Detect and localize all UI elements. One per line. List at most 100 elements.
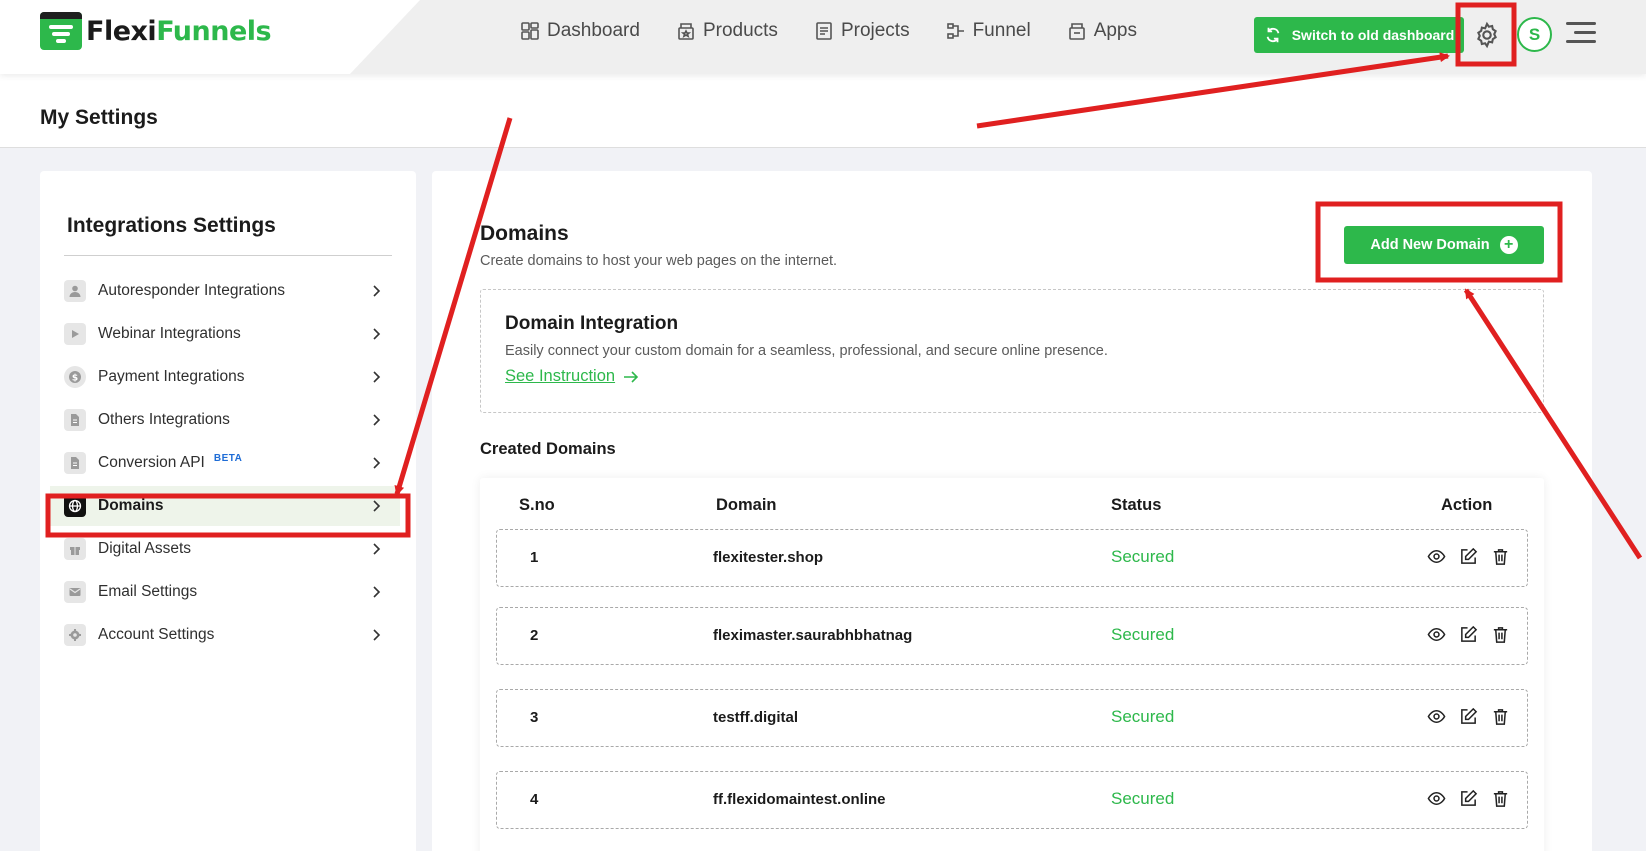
- row-domain: testff.digital: [713, 709, 798, 726]
- chevron-right-icon: [373, 629, 381, 641]
- logo-mark-icon: [40, 12, 82, 50]
- chevron-right-icon: [373, 500, 381, 512]
- sidebar-item-others[interactable]: Others Integrations: [64, 403, 392, 437]
- row-status: Secured: [1111, 547, 1175, 566]
- add-new-domain-label: Add New Domain: [1370, 237, 1490, 253]
- nav-dashboard[interactable]: Dashboard: [520, 20, 640, 42]
- brand-logo[interactable]: FlexiFunnels: [40, 12, 272, 50]
- sidebar-item-label: Account Settings: [98, 626, 215, 643]
- eye-icon[interactable]: [1427, 707, 1446, 726]
- user-icon: [64, 280, 86, 302]
- domains-panel: Domains Create domains to host your web …: [432, 171, 1592, 851]
- header-domain: Domain: [716, 496, 777, 514]
- domain-integration-card: Domain Integration Easily connect your c…: [480, 289, 1544, 413]
- edit-icon[interactable]: [1459, 547, 1478, 566]
- page-title-bar: My Settings: [0, 74, 1646, 148]
- play-icon: [64, 323, 86, 345]
- sidebar-item-digital-assets[interactable]: Digital Assets: [64, 532, 392, 566]
- trash-icon[interactable]: [1491, 547, 1510, 566]
- main-nav: Dashboard Products Projects Funnel Apps: [520, 20, 1137, 42]
- trash-icon[interactable]: [1491, 707, 1510, 726]
- envelope-icon: [64, 581, 86, 603]
- row-actions: [1427, 789, 1510, 808]
- sidebar-item-label: Email Settings: [98, 583, 198, 600]
- nav-funnel[interactable]: Funnel: [946, 20, 1031, 42]
- sidebar-item-account-settings[interactable]: Account Settings: [64, 618, 392, 652]
- settings-sidebar: Integrations Settings Autoresponder Inte…: [40, 171, 416, 851]
- row-sno: 3: [530, 709, 539, 726]
- row-domain: flexitester.shop: [713, 549, 824, 566]
- table-row: 2 fleximaster.saurabhbhatnag Secured: [496, 607, 1528, 665]
- sidebar-divider: [64, 255, 392, 256]
- nav-apps[interactable]: Apps: [1067, 20, 1137, 42]
- refresh-icon: [1266, 27, 1280, 43]
- row-sno: 4: [530, 791, 539, 808]
- settings-gear-button[interactable]: [1470, 18, 1504, 52]
- sidebar-item-label: Payment Integrations: [98, 368, 245, 385]
- eye-icon[interactable]: [1427, 547, 1446, 566]
- nav-products-label: Products: [702, 20, 778, 41]
- domains-subtitle: Create domains to host your web pages on…: [480, 253, 838, 269]
- sidebar-item-webinar[interactable]: Webinar Integrations: [64, 317, 392, 351]
- sidebar-item-conversion-api[interactable]: Conversion API BETA: [64, 446, 392, 480]
- gear-icon: [64, 624, 86, 646]
- switch-old-dashboard-button[interactable]: Switch to old dashboard: [1254, 17, 1464, 53]
- header-sno: S.no: [519, 496, 555, 514]
- domain-integration-description: Easily connect your custom domain for a …: [505, 343, 1108, 359]
- switch-old-dashboard-label: Switch to old dashboard: [1291, 27, 1455, 43]
- table-header: S.no Domain Status Action: [480, 478, 1544, 528]
- funnel-icon: [946, 23, 964, 39]
- row-actions: [1427, 707, 1510, 726]
- domains-table: S.no Domain Status Action 1 flexitester.…: [480, 478, 1544, 851]
- row-actions: [1427, 625, 1510, 644]
- document-icon: [64, 452, 86, 474]
- eye-icon[interactable]: [1427, 625, 1446, 644]
- logo-text: FlexiFunnels: [86, 15, 272, 47]
- row-domain: ff.flexidomaintest.online: [713, 791, 886, 808]
- gear-icon: [1477, 21, 1497, 49]
- sidebar-item-payment[interactable]: $ Payment Integrations: [64, 360, 392, 394]
- row-status: Secured: [1111, 789, 1175, 808]
- globe-icon: [64, 495, 86, 517]
- chevron-right-icon: [373, 586, 381, 598]
- svg-text:$: $: [72, 374, 78, 384]
- products-icon: [678, 23, 694, 40]
- arrow-right-icon: [624, 370, 639, 383]
- sidebar-item-label: Domains: [98, 497, 164, 514]
- projects-icon: [816, 22, 832, 40]
- sidebar-item-label: Others Integrations: [98, 411, 230, 428]
- add-new-domain-button[interactable]: Add New Domain +: [1344, 226, 1544, 264]
- sidebar-item-label: Conversion API: [98, 454, 205, 471]
- nav-products[interactable]: Products: [676, 20, 778, 42]
- row-sno: 1: [530, 549, 539, 566]
- nav-projects-label: Projects: [840, 20, 910, 41]
- chevron-right-icon: [373, 371, 381, 383]
- eye-icon[interactable]: [1427, 789, 1446, 808]
- see-instruction-label: See Instruction: [505, 367, 616, 385]
- dashboard-icon: [521, 22, 539, 40]
- sidebar-item-label: Autoresponder Integrations: [98, 282, 285, 299]
- edit-icon[interactable]: [1459, 707, 1478, 726]
- domains-heading: Domains: [480, 222, 569, 245]
- header-status: Status: [1111, 496, 1162, 514]
- see-instruction-link[interactable]: See Instruction: [505, 367, 639, 386]
- page-title: My Settings: [40, 106, 158, 129]
- nav-projects[interactable]: Projects: [814, 20, 910, 42]
- user-avatar[interactable]: S: [1517, 17, 1552, 52]
- sidebar-item-autoresponder[interactable]: Autoresponder Integrations: [64, 274, 392, 308]
- row-domain: fleximaster.saurabhbhatnag: [713, 627, 913, 644]
- apps-icon: [1068, 23, 1085, 40]
- beta-badge: BETA: [213, 452, 243, 464]
- edit-icon[interactable]: [1459, 625, 1478, 644]
- header-action: Action: [1441, 496, 1493, 514]
- hamburger-menu-icon[interactable]: [1566, 22, 1596, 44]
- sidebar-item-domains[interactable]: Domains: [50, 486, 400, 526]
- row-status: Secured: [1111, 625, 1175, 644]
- edit-icon[interactable]: [1459, 789, 1478, 808]
- sidebar-item-email-settings[interactable]: Email Settings: [64, 575, 392, 609]
- trash-icon[interactable]: [1491, 789, 1510, 808]
- trash-icon[interactable]: [1491, 625, 1510, 644]
- nav-funnel-label: Funnel: [972, 20, 1031, 41]
- created-domains-heading: Created Domains: [480, 440, 616, 458]
- row-status: Secured: [1111, 707, 1175, 726]
